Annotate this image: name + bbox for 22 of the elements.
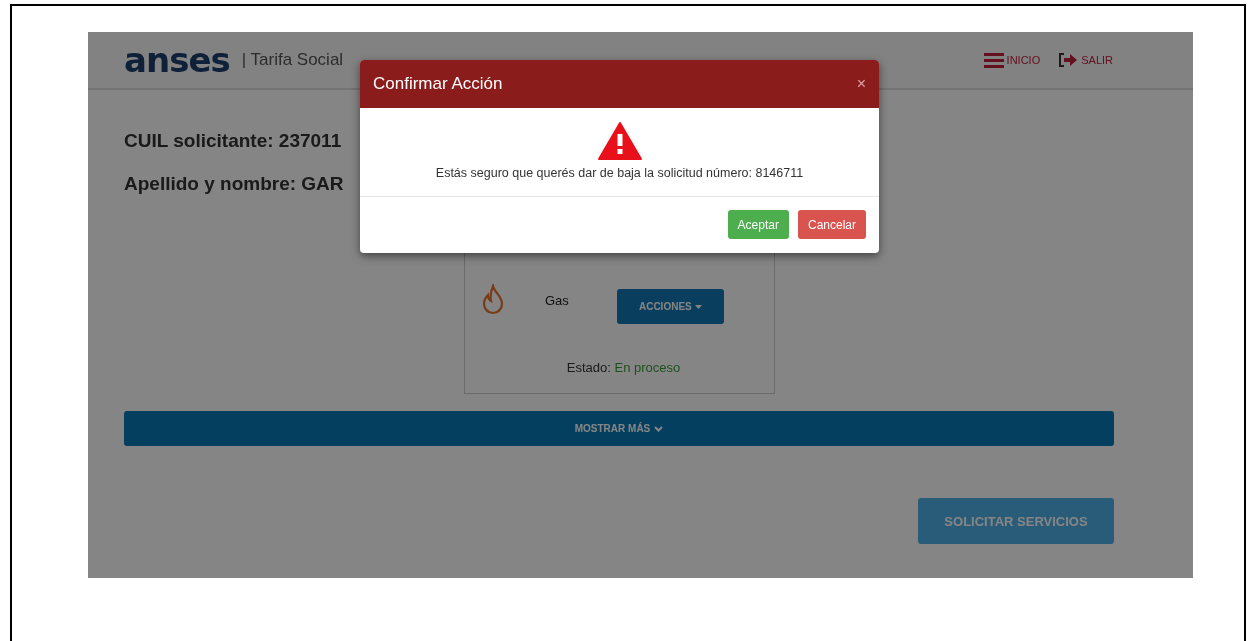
cancel-button[interactable]: Cancelar [797, 210, 866, 239]
flame-icon [481, 283, 505, 316]
sign-out-icon [1058, 52, 1079, 68]
warning-icon [597, 122, 642, 160]
caret-icon [694, 304, 702, 309]
actions-button[interactable]: ACCIONES [616, 289, 724, 324]
anses-logo: anses [124, 43, 230, 77]
name-text: Apellido y nombre: GAR [124, 173, 344, 195]
status-text: Estado: En proceso [565, 360, 682, 375]
request-services-button[interactable]: SOLICITAR SERVICIOS [918, 498, 1114, 544]
close-button[interactable]: × [856, 75, 866, 93]
show-more-button[interactable]: MOSTRAR MÁS [124, 411, 1114, 446]
service-name: Gas [545, 293, 569, 308]
menu-icon [983, 52, 1004, 68]
chevron-down-icon [654, 425, 664, 432]
accept-button[interactable]: Aceptar [727, 210, 789, 239]
logout-link[interactable]: SALIR [1058, 52, 1113, 68]
dialog-title: Confirmar Acción [373, 74, 503, 94]
home-link[interactable]: INICIO [983, 52, 1041, 68]
confirm-message: Estás seguro que querés dar de baja la solicitud número: 8146711 [435, 166, 804, 180]
cuil-text: CUIL solicitante: 237011 [124, 130, 342, 152]
product-name: | Tarifa Social [241, 50, 344, 70]
